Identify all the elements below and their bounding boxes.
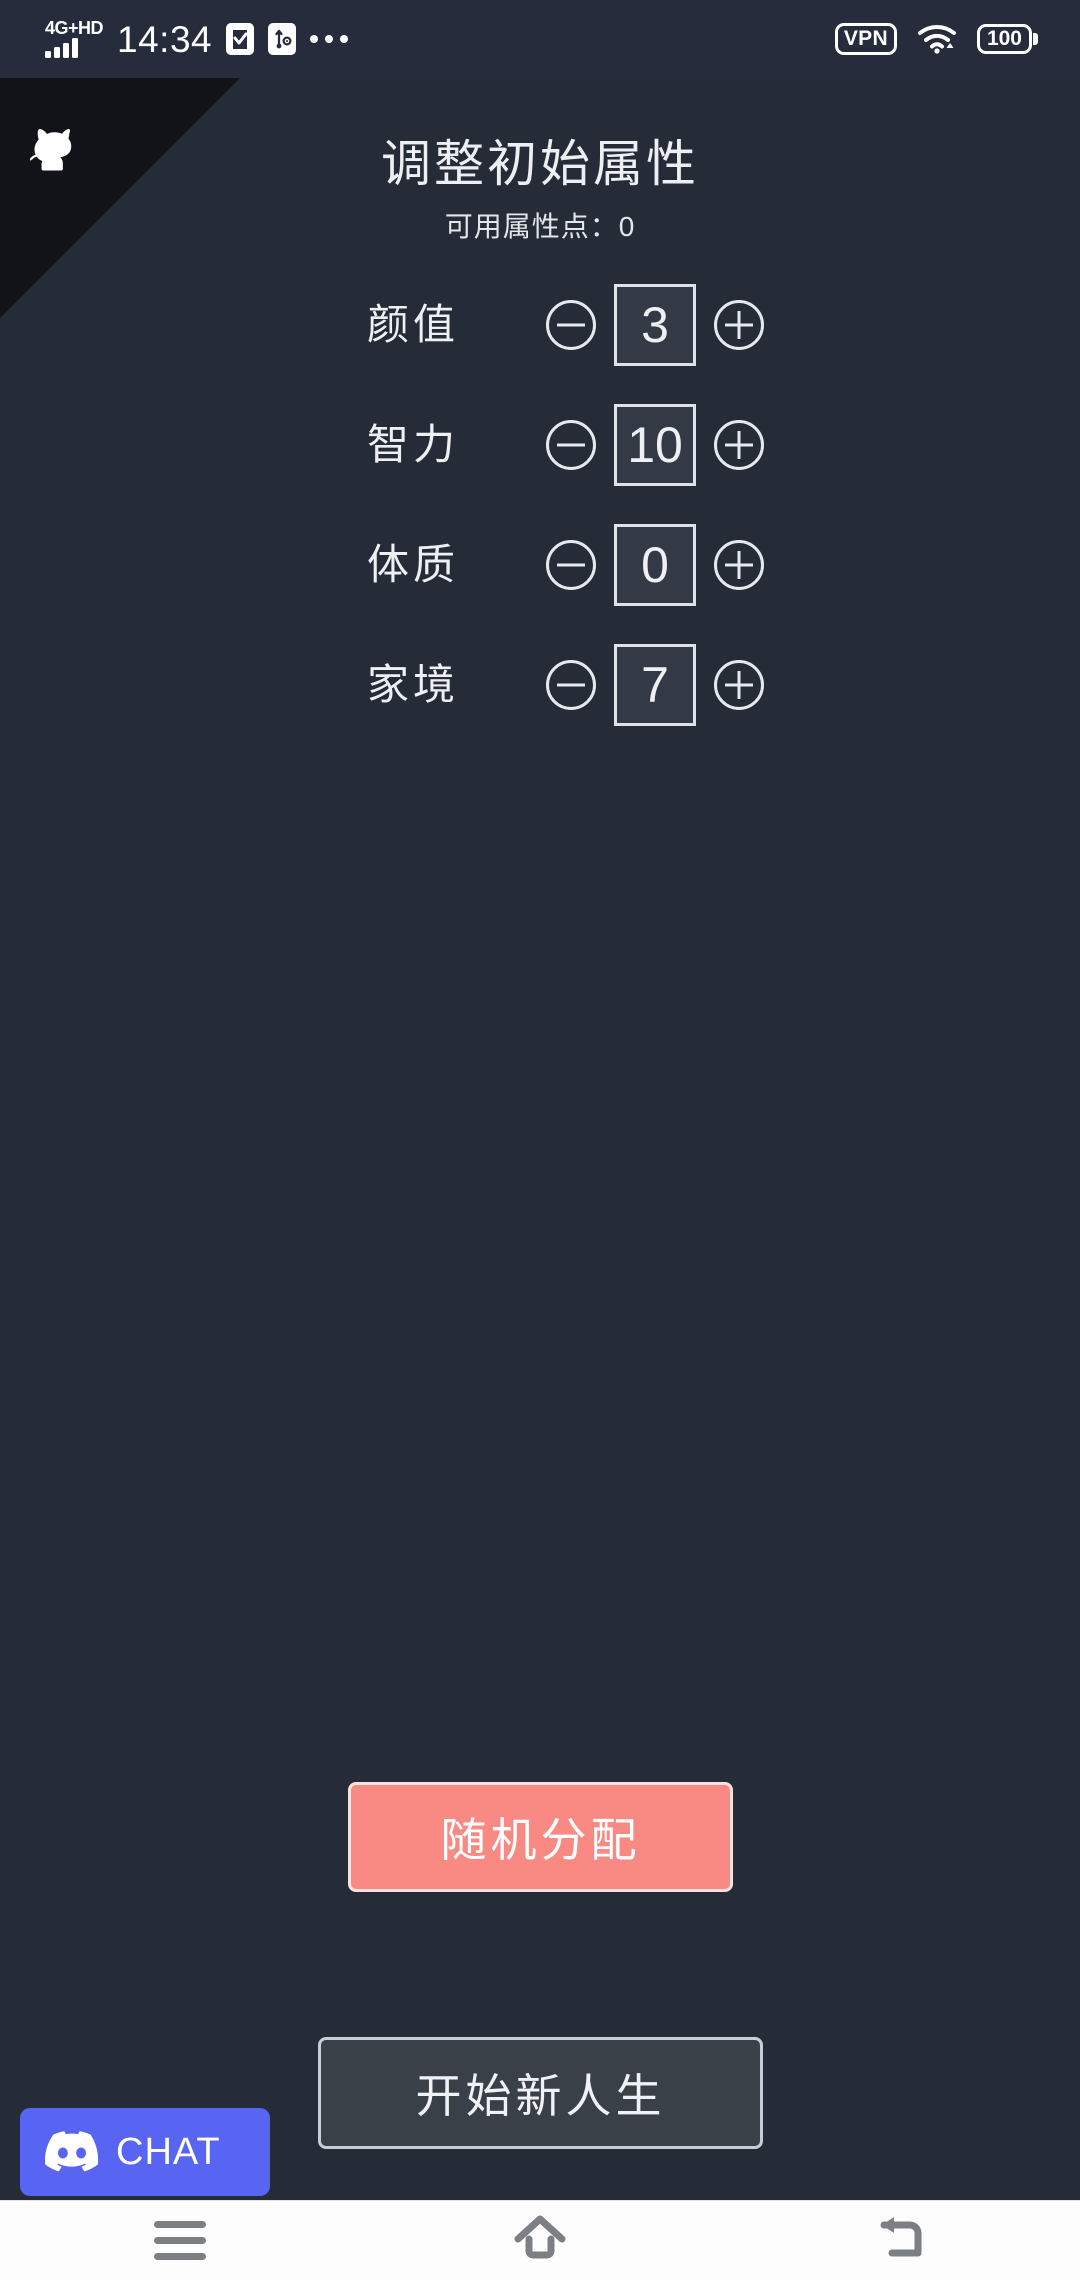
decrease-constitution-button[interactable] xyxy=(546,540,596,590)
constitution-value: 0 xyxy=(614,524,696,606)
phone-screen: 4G+HD 14:34 VPN 100 调整初始属性 可用属性点：0 颜值 3 … xyxy=(0,0,1080,2280)
intelligence-value: 10 xyxy=(614,404,696,486)
discord-chat-widget[interactable]: CHAT xyxy=(20,2108,270,2196)
battery-icon: 100 xyxy=(976,24,1038,54)
vpn-badge: VPN xyxy=(834,23,897,55)
decrease-intelligence-button[interactable] xyxy=(546,420,596,470)
attribute-label: 颜值 xyxy=(366,301,459,348)
page-content: 调整初始属性 可用属性点：0 颜值 3 智力 10 体质 0 家境 7 随机分配… xyxy=(0,78,1080,2200)
family-background-value: 7 xyxy=(614,644,696,726)
menu-icon xyxy=(154,2221,206,2260)
attribute-row-constitution: 体质 0 xyxy=(0,524,1080,606)
back-icon xyxy=(872,2213,928,2268)
usb-settings-icon xyxy=(268,23,297,55)
start-new-life-button[interactable]: 开始新人生 xyxy=(318,2037,763,2149)
cellular-signal-icon: 4G+HD xyxy=(45,18,104,58)
decrease-family-background-button[interactable] xyxy=(546,660,596,710)
battery-level-label: 100 xyxy=(986,27,1022,50)
status-bar-right: VPN 100 xyxy=(834,23,1080,55)
status-bar: 4G+HD 14:34 VPN 100 xyxy=(0,0,1080,78)
appearance-value: 3 xyxy=(614,284,696,366)
android-nav-bar xyxy=(0,2200,1080,2280)
attribute-row-intelligence: 智力 10 xyxy=(0,404,1080,486)
increase-appearance-button[interactable] xyxy=(714,300,764,350)
increase-intelligence-button[interactable] xyxy=(714,420,764,470)
status-bar-left: 4G+HD 14:34 xyxy=(0,18,349,60)
decrease-appearance-button[interactable] xyxy=(546,300,596,350)
wifi-icon xyxy=(917,24,957,54)
attribute-label: 智力 xyxy=(366,421,459,468)
attributes-list: 颜值 3 智力 10 体质 0 家境 7 xyxy=(0,284,1080,726)
discord-icon xyxy=(44,2128,100,2177)
attribute-row-family-background: 家境 7 xyxy=(0,644,1080,726)
clipboard-check-icon xyxy=(226,23,255,55)
random-allocate-button[interactable]: 随机分配 xyxy=(348,1782,733,1892)
home-icon xyxy=(512,2213,568,2268)
status-bar-clock: 14:34 xyxy=(117,18,213,60)
increase-family-background-button[interactable] xyxy=(714,660,764,710)
github-corner-ribbon[interactable] xyxy=(0,78,240,318)
network-type-label: 4G+HD xyxy=(45,18,104,38)
increase-constitution-button[interactable] xyxy=(714,540,764,590)
nav-back-button[interactable] xyxy=(840,2201,960,2280)
nav-home-button[interactable] xyxy=(480,2201,600,2280)
more-dots-icon xyxy=(310,35,349,43)
nav-menu-button[interactable] xyxy=(120,2201,240,2280)
attribute-label: 家境 xyxy=(366,661,459,708)
discord-chat-label: CHAT xyxy=(116,2131,221,2173)
attribute-label: 体质 xyxy=(366,541,459,588)
signal-bars-icon xyxy=(45,38,78,58)
